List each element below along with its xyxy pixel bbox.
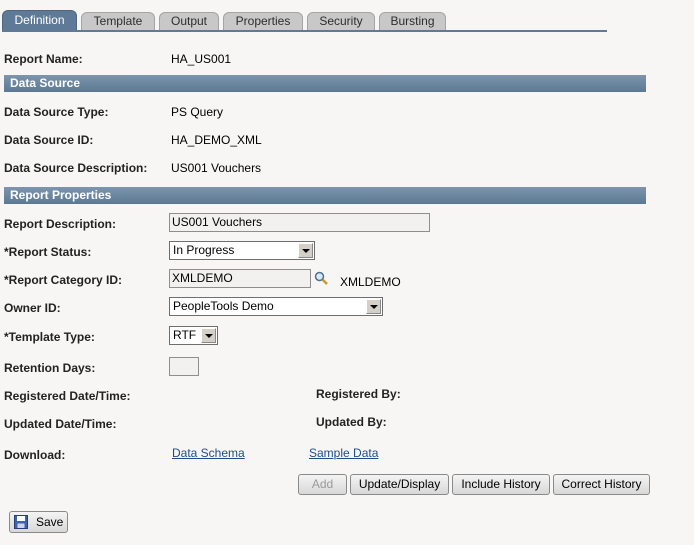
tab-security[interactable]: Security (307, 12, 375, 30)
data-schema-link[interactable]: Data Schema (172, 446, 245, 460)
chevron-down-icon[interactable] (201, 328, 216, 343)
tab-security-label: Security (319, 14, 363, 28)
tab-output[interactable]: Output (159, 12, 219, 30)
retention-days-label: Retention Days: (4, 361, 96, 375)
data-source-id-label: Data Source ID: (4, 133, 94, 147)
tab-underline (2, 30, 607, 32)
tab-definition[interactable]: Definition (2, 10, 77, 30)
update-display-button[interactable]: Update/Display (350, 474, 449, 495)
chevron-down-icon[interactable] (366, 299, 381, 314)
tab-output-label: Output (170, 14, 208, 28)
owner-id-value: PeopleTools Demo (173, 299, 274, 313)
report-description-input[interactable]: US001 Vouchers (169, 213, 430, 232)
report-category-display: XMLDEMO (340, 275, 401, 289)
owner-id-label: Owner ID: (4, 301, 61, 315)
tab-definition-label: Definition (14, 13, 65, 27)
registered-by-label: Registered By: (316, 387, 401, 401)
report-name-value: HA_US001 (171, 52, 232, 66)
report-status-label: *Report Status: (4, 245, 92, 259)
data-source-header: Data Source (4, 75, 646, 92)
report-status-value: In Progress (173, 243, 235, 257)
include-history-button[interactable]: Include History (452, 474, 550, 495)
template-type-value: RTF (173, 328, 197, 342)
save-button-label: Save (36, 515, 64, 529)
data-source-id-value: HA_DEMO_XML (171, 133, 262, 147)
registered-datetime-label: Registered Date/Time: (4, 389, 131, 403)
retention-days-input[interactable] (169, 357, 199, 376)
download-label: Download: (4, 448, 66, 462)
correct-history-button[interactable]: Correct History (553, 474, 650, 495)
lookup-icon[interactable] (314, 271, 328, 285)
data-source-description-value: US001 Vouchers (171, 161, 262, 175)
tab-bar: Definition Template Output Properties Se… (2, 10, 607, 30)
data-source-type-label: Data Source Type: (4, 105, 109, 119)
chevron-down-icon[interactable] (298, 243, 313, 258)
save-button[interactable]: Save (9, 511, 68, 533)
template-type-label: *Template Type: (4, 330, 95, 344)
report-properties-header: Report Properties (4, 187, 646, 204)
tab-template-label: Template (93, 14, 143, 28)
report-name-label: Report Name: (4, 52, 83, 66)
template-type-select[interactable]: RTF (169, 326, 218, 345)
floppy-disk-icon (14, 515, 28, 529)
report-category-label: *Report Category ID: (4, 273, 123, 287)
report-category-input[interactable]: XMLDEMO (169, 269, 311, 288)
report-description-label: Report Description: (4, 217, 117, 231)
add-button[interactable]: Add (298, 474, 347, 495)
sample-data-link[interactable]: Sample Data (309, 446, 378, 460)
tab-bursting[interactable]: Bursting (379, 12, 446, 30)
updated-by-label: Updated By: (316, 415, 387, 429)
data-source-type-value: PS Query (171, 105, 224, 119)
report-status-select[interactable]: In Progress (169, 241, 315, 260)
tab-template[interactable]: Template (81, 12, 155, 30)
tab-properties[interactable]: Properties (223, 12, 303, 30)
tab-properties-label: Properties (235, 14, 291, 28)
tab-bursting-label: Bursting (390, 14, 435, 28)
updated-datetime-label: Updated Date/Time: (4, 417, 117, 431)
owner-id-select[interactable]: PeopleTools Demo (169, 297, 383, 316)
data-source-description-label: Data Source Description: (4, 161, 148, 175)
